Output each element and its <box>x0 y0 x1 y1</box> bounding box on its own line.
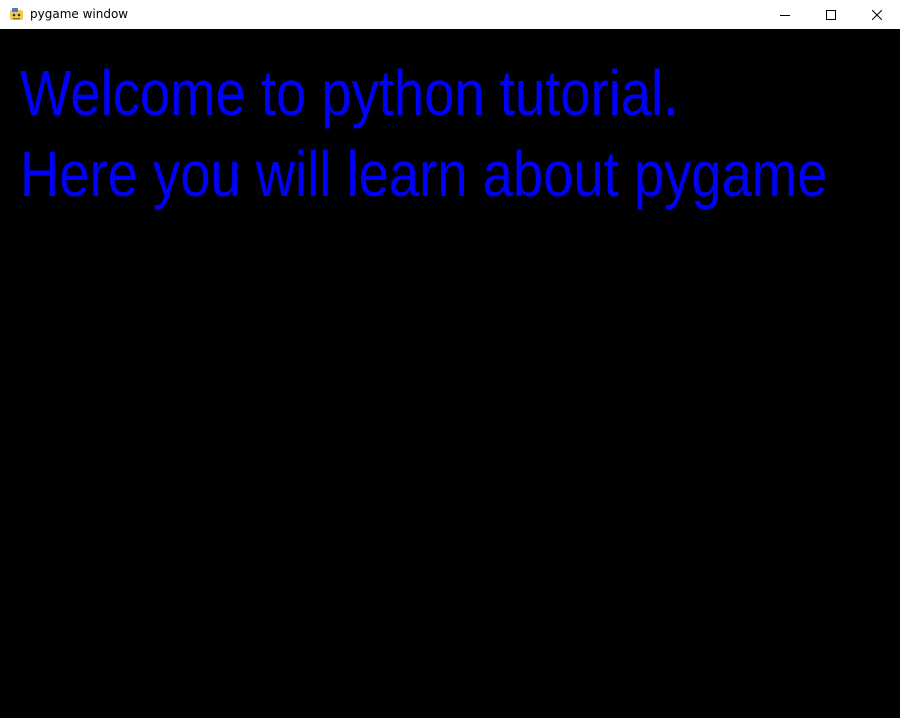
title-bar[interactable]: pygame window <box>0 0 900 29</box>
close-button[interactable] <box>854 0 900 29</box>
close-icon <box>872 9 882 20</box>
intro-text: Here you will learn about pygame <box>20 138 828 210</box>
window-title: pygame window <box>30 7 129 21</box>
welcome-text: Welcome to python tutorial. <box>20 57 679 129</box>
minimize-button[interactable] <box>762 0 808 29</box>
maximize-icon <box>826 9 836 20</box>
maximize-button[interactable] <box>808 0 854 29</box>
game-canvas[interactable]: Welcome to python tutorial. Here you wil… <box>0 29 900 718</box>
pygame-snake-icon <box>10 8 23 20</box>
minimize-icon <box>780 14 790 16</box>
pygame-window: pygame window Welcome to python tutorial… <box>0 0 900 718</box>
